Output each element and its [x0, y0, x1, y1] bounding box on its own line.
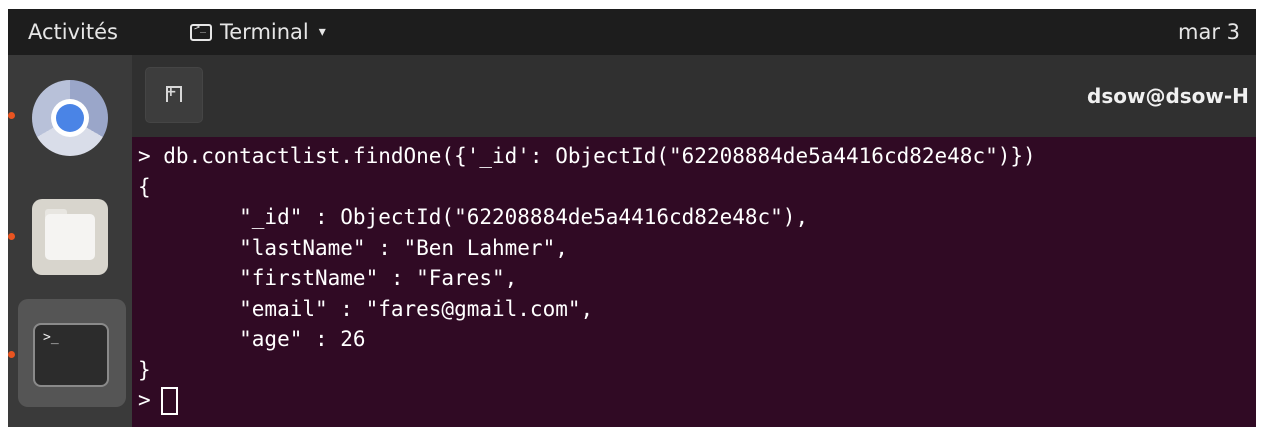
running-indicator-icon	[8, 112, 15, 119]
console-line: "age" : 26	[138, 327, 366, 351]
terminal-output[interactable]: > db.contactlist.findOne({'_id': ObjectI…	[132, 137, 1256, 427]
console-text: > db.contactlist.findOne({'_id': ObjectI…	[138, 141, 1036, 416]
clock[interactable]: mar 3	[1178, 9, 1240, 55]
running-indicator-icon	[8, 351, 15, 358]
folder-icon[interactable]	[32, 199, 108, 275]
prompt-line[interactable]: >	[138, 385, 1036, 416]
terminal-icon[interactable]: >_	[33, 323, 109, 387]
text-cursor	[160, 387, 178, 415]
plus-icon: +	[165, 84, 177, 100]
dock: >_	[8, 55, 132, 427]
app-menu[interactable]: Terminal ▾	[190, 9, 326, 55]
terminal-headerbar: + dsow@dsow-H	[132, 55, 1256, 137]
new-tab-button[interactable]: +	[145, 67, 203, 123]
console-line: "_id" : ObjectId("62208884de5a4416cd82e4…	[138, 205, 809, 229]
terminal-app-icon	[190, 22, 212, 41]
app-menu-label: Terminal	[220, 20, 309, 44]
console-line: "firstName" : "Fares",	[138, 266, 518, 290]
console-line: "lastName" : "Ben Lahmer",	[138, 235, 568, 260]
chevron-down-icon: ▾	[318, 24, 326, 40]
running-indicator-icon	[8, 233, 15, 240]
chromium-icon[interactable]	[32, 80, 108, 156]
console-line: > db.contactlist.findOne({'_id': ObjectI…	[138, 144, 1036, 168]
console-line: {	[138, 174, 151, 199]
console-line: "email" : "fares@gmail.com",	[138, 296, 594, 321]
desktop-frame: Activités Terminal ▾ mar 3 >_ + dsow@dso…	[8, 9, 1256, 427]
window-title: dsow@dsow-H	[1087, 84, 1249, 108]
console-line: }	[138, 357, 151, 382]
top-bar: Activités Terminal ▾ mar 3	[8, 9, 1256, 55]
prompt-symbol: >	[138, 388, 151, 412]
activities-button[interactable]: Activités	[28, 9, 118, 55]
